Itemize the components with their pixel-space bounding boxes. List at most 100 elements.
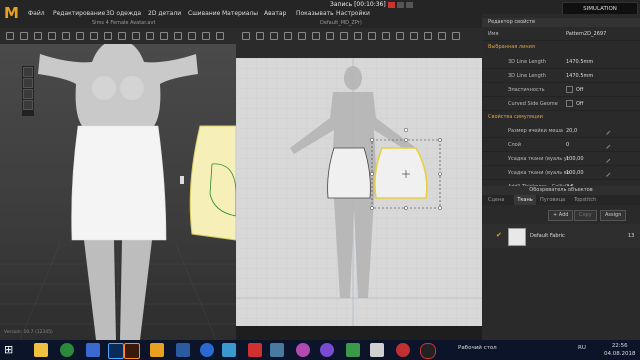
record-pause-icon[interactable]: [397, 2, 404, 8]
free-sewing-icon[interactable]: [354, 32, 362, 40]
elastic-toggle[interactable]: Off: [566, 84, 583, 96]
pleat-icon[interactable]: [424, 32, 432, 40]
view-tool-icon[interactable]: [216, 32, 224, 40]
file-explorer-icon[interactable]: [34, 343, 48, 357]
button-tool-icon[interactable]: [146, 32, 154, 40]
curved-side-toggle[interactable]: Off: [566, 98, 583, 110]
checkbox-icon[interactable]: [566, 86, 573, 93]
marvelous-designer-icon[interactable]: [150, 343, 164, 357]
tab-scene[interactable]: Сцена: [488, 195, 512, 205]
prop-value[interactable]: 1470.5mm: [566, 56, 593, 68]
camera-tool-icon[interactable]: [202, 32, 210, 40]
menu-sewing[interactable]: Сшивание: [188, 10, 220, 17]
fold-tool-icon[interactable]: [48, 32, 56, 40]
ellipse-tool-icon[interactable]: [298, 32, 306, 40]
illustrator-icon[interactable]: [124, 343, 140, 359]
edit-pattern-icon[interactable]: [256, 32, 264, 40]
tab-topstitch[interactable]: Topstitch: [574, 195, 608, 205]
tab-fabric[interactable]: Ткань: [514, 195, 536, 205]
menu-materials[interactable]: Материалы: [222, 10, 258, 17]
prop-value[interactable]: 100,00: [566, 167, 584, 179]
fold-arrange-icon[interactable]: [368, 32, 376, 40]
system-clock[interactable]: 22:56 04.08.2018: [604, 342, 636, 358]
texture-tool-icon[interactable]: [132, 32, 140, 40]
pin-tool-icon[interactable]: [62, 32, 70, 40]
edit-texture-icon[interactable]: [382, 32, 390, 40]
segment-sewing-icon[interactable]: [340, 32, 348, 40]
menu-3d-garment[interactable]: 3D одежда: [106, 10, 141, 17]
light-display-icon[interactable]: [23, 100, 33, 110]
edit-pencil-icon[interactable]: [602, 155, 611, 163]
browser-icon[interactable]: [86, 343, 100, 357]
viewport-3d[interactable]: [0, 44, 236, 340]
rectangle-tool-icon[interactable]: [270, 32, 278, 40]
menu-avatar[interactable]: Аватар: [264, 10, 286, 17]
chrome-icon[interactable]: [60, 343, 74, 357]
taskbar-app-icon[interactable]: [176, 343, 190, 357]
avatar-display-icon[interactable]: [23, 67, 33, 77]
edit-pencil-icon[interactable]: [602, 169, 611, 177]
taskbar-app-icon[interactable]: [346, 343, 360, 357]
prop-value[interactable]: 1470.5mm: [566, 70, 593, 82]
photoshop-icon[interactable]: [108, 343, 124, 359]
tab-button[interactable]: Пуговица: [540, 195, 570, 205]
section-selected-line[interactable]: Выбранная линия: [482, 43, 640, 52]
move-tool-icon[interactable]: [20, 32, 28, 40]
viber-icon[interactable]: [320, 343, 334, 357]
taskbar-app-icon[interactable]: [222, 343, 236, 357]
pen-tool-icon[interactable]: [118, 32, 126, 40]
language-indicator[interactable]: RU: [578, 345, 586, 351]
taskbar-window-title[interactable]: Рабочий стол: [458, 345, 497, 351]
windows-start-icon[interactable]: ⊞: [4, 343, 16, 357]
copy-fabric-button[interactable]: Copy: [574, 210, 597, 221]
prop-label: Усадка ткани (вуаль уг: [508, 156, 570, 162]
tack-tool-icon[interactable]: [76, 32, 84, 40]
assign-fabric-button[interactable]: Assign: [600, 210, 627, 221]
strap-tool-icon[interactable]: [174, 32, 182, 40]
prop-value[interactable]: 100,00: [566, 153, 584, 165]
brush-tool-icon[interactable]: [104, 32, 112, 40]
measure-tool-icon[interactable]: [90, 32, 98, 40]
toolbar-2d: [236, 28, 482, 45]
taskbar-app-icon[interactable]: [296, 343, 310, 357]
taskbar-app-icon[interactable]: [248, 343, 262, 357]
garment-display-icon[interactable]: [23, 78, 33, 88]
edit-pencil-icon[interactable]: [602, 141, 611, 149]
topstitch-icon[interactable]: [396, 32, 404, 40]
taskbar-app-icon[interactable]: [370, 343, 384, 357]
avatar-tool-icon[interactable]: [188, 32, 196, 40]
taskbar-app-icon[interactable]: [396, 343, 410, 357]
select-tool-icon[interactable]: [6, 32, 14, 40]
prop-value[interactable]: 20,0: [566, 125, 577, 137]
section-simulation[interactable]: Свойства симуляции: [482, 113, 640, 122]
menu-display[interactable]: Показывать: [296, 10, 334, 17]
polygon-tool-icon[interactable]: [284, 32, 292, 40]
clock-time: 22:56: [611, 343, 628, 349]
record-stop-icon[interactable]: [388, 2, 395, 8]
dart-tool-icon[interactable]: [312, 32, 320, 40]
prop-value[interactable]: 0: [566, 139, 569, 151]
texture-display-icon[interactable]: [23, 89, 33, 99]
recorder-icon[interactable]: [420, 343, 436, 359]
add-fabric-button[interactable]: + Add: [548, 210, 574, 221]
grading-icon[interactable]: [410, 32, 418, 40]
zipper-tool-icon[interactable]: [160, 32, 168, 40]
seam-tool-icon[interactable]: [326, 32, 334, 40]
viewport-2d[interactable]: [236, 58, 482, 326]
menu-file[interactable]: Файл: [28, 10, 45, 17]
checkbox-icon[interactable]: [566, 100, 573, 107]
menu-settings[interactable]: Настройки: [336, 10, 370, 17]
prop-row: Эластичность Off: [482, 84, 640, 97]
taskbar-app-icon[interactable]: [200, 343, 214, 357]
trace-icon[interactable]: [452, 32, 460, 40]
record-settings-icon[interactable]: [406, 2, 413, 8]
fabric-list-item[interactable]: ✔ Default Fabric 13: [482, 224, 640, 248]
pattern-select-icon[interactable]: [242, 32, 250, 40]
menu-2d-pattern[interactable]: 2D детали: [148, 10, 181, 17]
transform-tool-icon[interactable]: [34, 32, 42, 40]
prop-value[interactable]: Pattern2D_2697: [566, 28, 606, 40]
taskbar-app-icon[interactable]: [270, 343, 284, 357]
edit-pencil-icon[interactable]: [602, 127, 611, 135]
menu-edit[interactable]: Редактирование: [53, 10, 105, 17]
notch-icon[interactable]: [438, 32, 446, 40]
